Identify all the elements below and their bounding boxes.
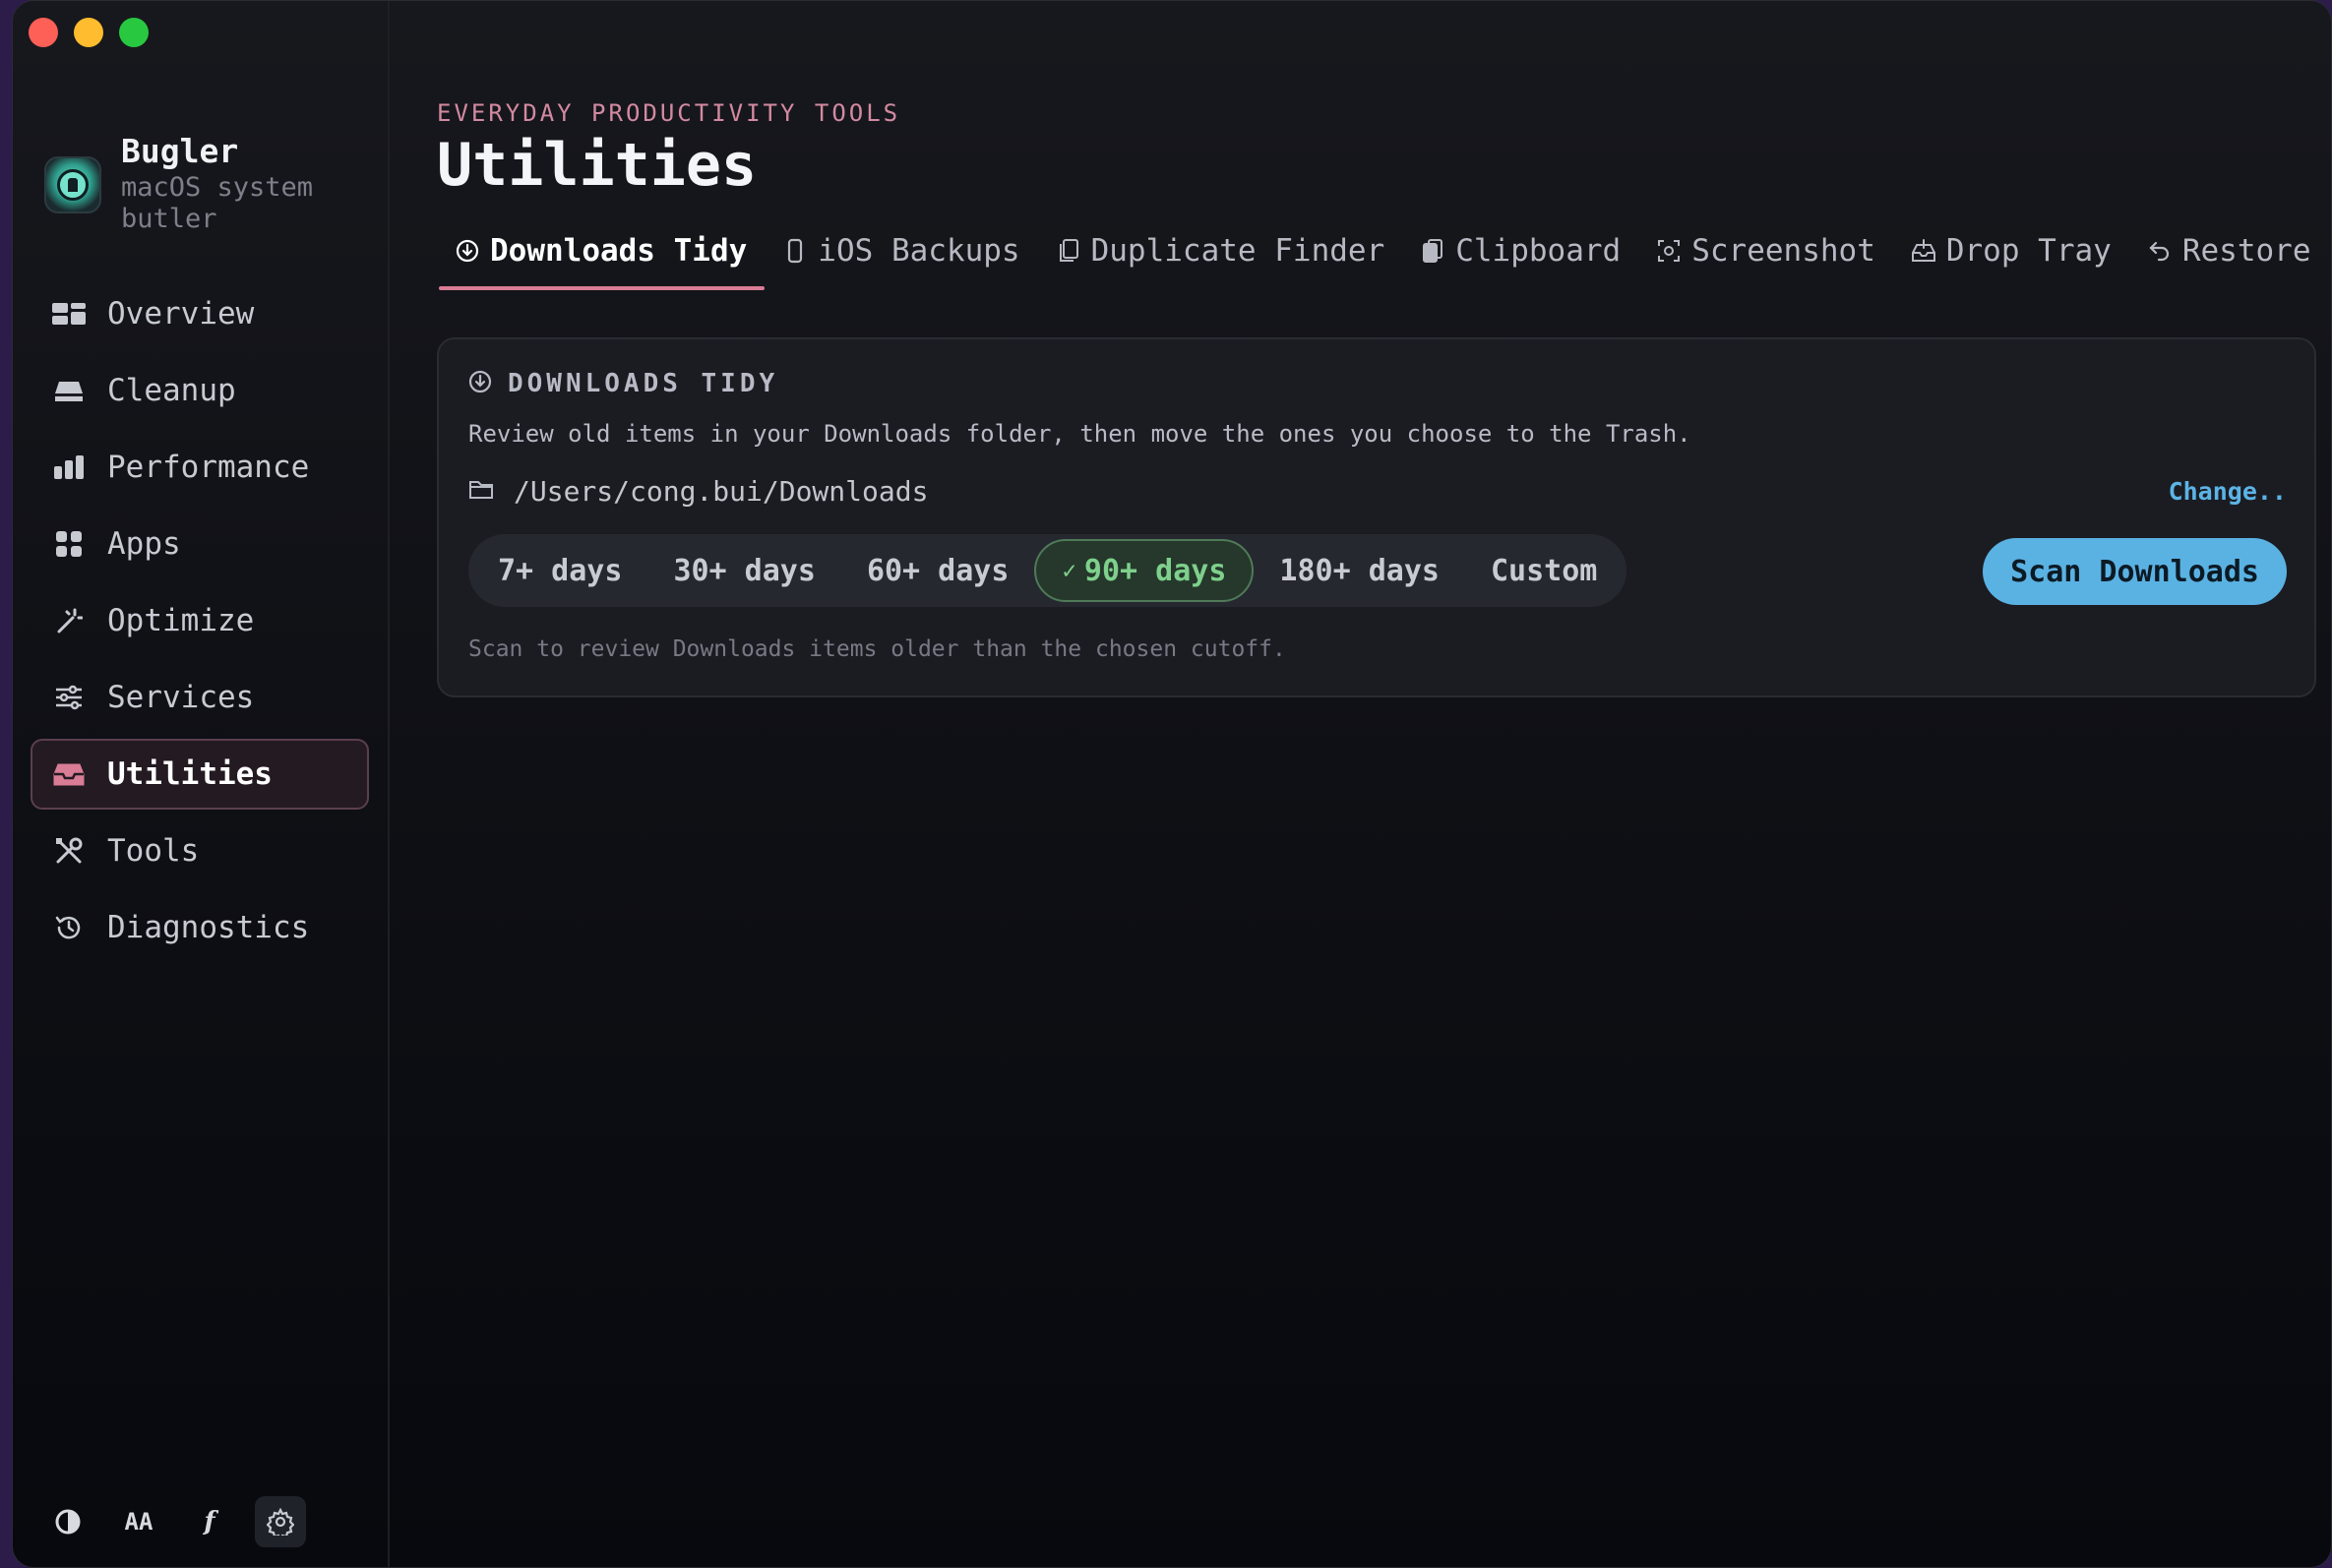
download-circle-icon bbox=[455, 238, 480, 264]
sidebar-item-tools[interactable]: Tools bbox=[31, 815, 369, 886]
services-icon bbox=[52, 681, 86, 714]
age-option-60[interactable]: 60+ days bbox=[841, 539, 1035, 602]
tab-downloads-tidy[interactable]: Downloads Tidy bbox=[437, 225, 766, 290]
tab-label: Drop Tray bbox=[1945, 233, 2112, 269]
downloads-tidy-card: DOWNLOADS TIDY Review old items in your … bbox=[437, 337, 2316, 697]
tab-clipboard[interactable]: Clipboard bbox=[1402, 225, 1638, 288]
settings-button[interactable] bbox=[255, 1496, 306, 1547]
app-logo-icon bbox=[44, 156, 101, 213]
tab-label: Downloads Tidy bbox=[490, 233, 748, 269]
app-window: Bugler macOS system butler Overview Clea… bbox=[12, 0, 2332, 1568]
tab-label: Duplicate Finder bbox=[1090, 233, 1385, 269]
tab-drop-tray[interactable]: Drop Tray bbox=[1893, 225, 2129, 288]
theme-toggle-button[interactable] bbox=[42, 1496, 93, 1547]
clipboard-icon bbox=[1420, 238, 1445, 264]
font-size-label: AA bbox=[124, 1508, 153, 1536]
sidebar-item-label: Overview bbox=[107, 296, 255, 332]
age-option-7[interactable]: 7+ days bbox=[472, 539, 647, 602]
sidebar-item-utilities[interactable]: Utilities bbox=[31, 739, 369, 810]
page-eyebrow: EVERYDAY PRODUCTIVITY TOOLS bbox=[437, 99, 901, 127]
sidebar-item-label: Optimize bbox=[107, 603, 255, 638]
tab-ios-backups[interactable]: iOS Backups bbox=[765, 225, 1037, 288]
utility-tabs: Downloads Tidy iOS Backups Duplicate Fin… bbox=[437, 225, 2331, 290]
tab-duplicate-finder[interactable]: Duplicate Finder bbox=[1038, 225, 1403, 288]
diagnostics-icon bbox=[52, 911, 86, 944]
download-circle-icon bbox=[468, 370, 492, 397]
font-size-button[interactable]: AA bbox=[113, 1496, 164, 1547]
page-title: Utilities bbox=[437, 131, 758, 200]
tab-label: iOS Backups bbox=[818, 233, 1020, 269]
undo-icon bbox=[2147, 238, 2173, 264]
card-title: DOWNLOADS TIDY bbox=[508, 369, 779, 398]
folder-path: /Users/cong.bui/Downloads bbox=[514, 475, 929, 508]
overview-icon bbox=[52, 297, 86, 331]
sidebar-footer: AA f bbox=[42, 1496, 306, 1547]
age-option-label: 90+ days bbox=[1083, 553, 1227, 588]
sidebar-item-cleanup[interactable]: Cleanup bbox=[31, 355, 369, 426]
age-option-180[interactable]: 180+ days bbox=[1254, 539, 1465, 602]
phone-icon bbox=[782, 238, 808, 264]
optimize-icon bbox=[52, 604, 86, 637]
tab-label: Restore Center bbox=[2181, 233, 2331, 269]
scan-hint: Scan to review Downloads items older tha… bbox=[468, 636, 1286, 662]
age-option-custom[interactable]: Custom bbox=[1465, 539, 1623, 602]
app-subtitle: macOS system butler bbox=[121, 172, 314, 234]
tab-restore-center[interactable]: Restore Center bbox=[2129, 225, 2331, 288]
sidebar-item-label: Apps bbox=[107, 526, 181, 562]
sidebar-item-performance[interactable]: Performance bbox=[31, 432, 369, 503]
gear-icon bbox=[267, 1508, 294, 1536]
sidebar-item-diagnostics[interactable]: Diagnostics bbox=[31, 892, 369, 963]
sidebar-item-overview[interactable]: Overview bbox=[31, 278, 369, 349]
age-filter-segmented-control: 7+ days 30+ days 60+ days ✓ 90+ days 180… bbox=[468, 534, 1627, 607]
tab-label: Screenshot bbox=[1691, 233, 1875, 269]
tab-screenshot[interactable]: Screenshot bbox=[1638, 225, 1893, 288]
card-header: DOWNLOADS TIDY bbox=[468, 369, 778, 398]
sidebar-item-label: Utilities bbox=[107, 756, 273, 792]
font-label: f bbox=[204, 1507, 215, 1537]
cleanup-icon bbox=[52, 374, 86, 407]
sidebar-nav: Overview Cleanup Performance Apps Optimi… bbox=[31, 278, 369, 969]
sidebar-item-optimize[interactable]: Optimize bbox=[31, 585, 369, 656]
utilities-icon bbox=[52, 757, 86, 791]
duplicate-icon bbox=[1056, 238, 1081, 264]
sidebar: Bugler macOS system butler Overview Clea… bbox=[13, 1, 390, 1567]
font-button[interactable]: f bbox=[184, 1496, 235, 1547]
apps-icon bbox=[52, 527, 86, 561]
checkmark-icon: ✓ bbox=[1062, 557, 1076, 584]
contrast-icon bbox=[55, 1509, 81, 1535]
card-description: Review old items in your Downloads folde… bbox=[468, 420, 1691, 448]
sidebar-item-label: Services bbox=[107, 680, 255, 715]
age-option-30[interactable]: 30+ days bbox=[647, 539, 841, 602]
age-option-90[interactable]: ✓ 90+ days bbox=[1034, 539, 1255, 602]
main-content: EVERYDAY PRODUCTIVITY TOOLS Utilities Do… bbox=[437, 1, 2331, 1567]
tools-icon bbox=[52, 834, 86, 868]
sidebar-item-label: Diagnostics bbox=[107, 910, 310, 945]
scan-downloads-button[interactable]: Scan Downloads bbox=[1983, 538, 2287, 605]
sidebar-item-label: Tools bbox=[107, 833, 200, 869]
tray-icon bbox=[1911, 238, 1936, 264]
change-folder-link[interactable]: Change.. bbox=[2169, 477, 2287, 506]
sidebar-item-apps[interactable]: Apps bbox=[31, 509, 369, 579]
brand: Bugler macOS system butler bbox=[44, 131, 338, 235]
screenshot-icon bbox=[1656, 238, 1682, 264]
sidebar-item-label: Cleanup bbox=[107, 373, 236, 408]
sidebar-item-label: Performance bbox=[107, 450, 310, 485]
sidebar-item-services[interactable]: Services bbox=[31, 662, 369, 733]
folder-icon bbox=[468, 475, 494, 508]
app-name: Bugler bbox=[121, 132, 239, 170]
performance-icon bbox=[52, 451, 86, 484]
folder-path-row: /Users/cong.bui/Downloads bbox=[468, 475, 928, 508]
tab-label: Clipboard bbox=[1455, 233, 1622, 269]
